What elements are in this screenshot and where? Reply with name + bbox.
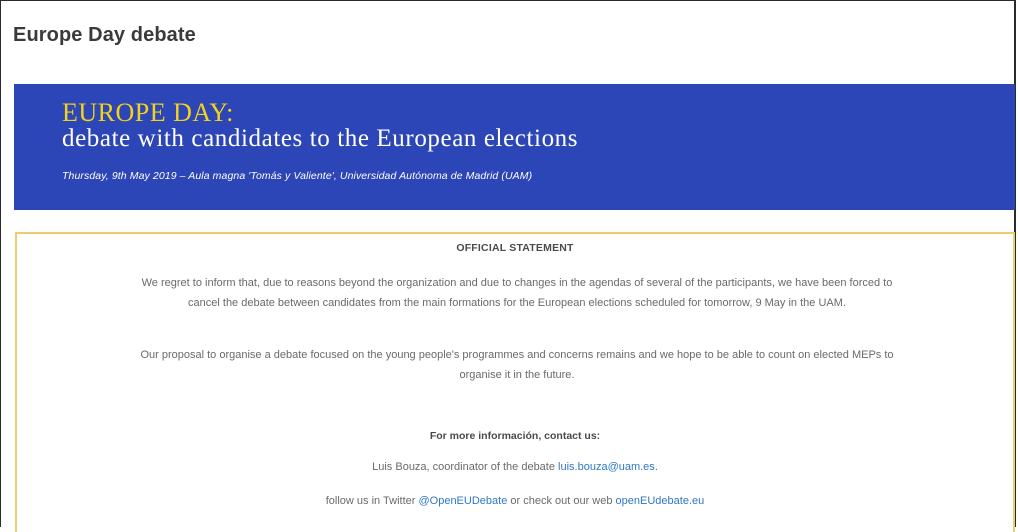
twitter-link[interactable]: @OpenEUDebate bbox=[418, 495, 507, 507]
event-banner: EUROPE DAY: debate with candidates to th… bbox=[14, 84, 1015, 210]
statement-paragraph-1: We regret to inform that, due to reasons… bbox=[141, 277, 893, 309]
follow-line: follow us in Twitter @OpenEUDebate or ch… bbox=[17, 495, 1013, 507]
coordinator-text: Luis Bouza, coordinator of the debate bbox=[372, 461, 559, 473]
follow-text: follow us in Twitter bbox=[325, 495, 419, 507]
contact-heading: For more información, contact us: bbox=[429, 430, 601, 442]
coordinator-suffix: . bbox=[654, 461, 658, 473]
statement-heading: OFFICIAL STATEMENT bbox=[456, 242, 574, 254]
banner-title: EUROPE DAY: bbox=[62, 98, 234, 127]
coordinator-line: Luis Bouza, coordinator of the debate lu… bbox=[17, 461, 1013, 473]
follow-middle-text: or check out our web bbox=[507, 495, 616, 507]
banner-date-line: Thursday, 9th May 2019 – Aula magna 'Tom… bbox=[62, 170, 533, 182]
coordinator-email-link[interactable]: luis.bouza@uam.es bbox=[558, 461, 655, 473]
banner-subtitle: debate with candidates to the European e… bbox=[62, 125, 579, 152]
statement-paragraph-2: Our proposal to organise a debate focuse… bbox=[140, 349, 894, 381]
page-title: Europe Day debate bbox=[13, 24, 196, 46]
official-statement-box: OFFICIAL STATEMENT We regret to inform t… bbox=[15, 232, 1015, 532]
website-link[interactable]: openEUdebate.eu bbox=[616, 495, 705, 507]
